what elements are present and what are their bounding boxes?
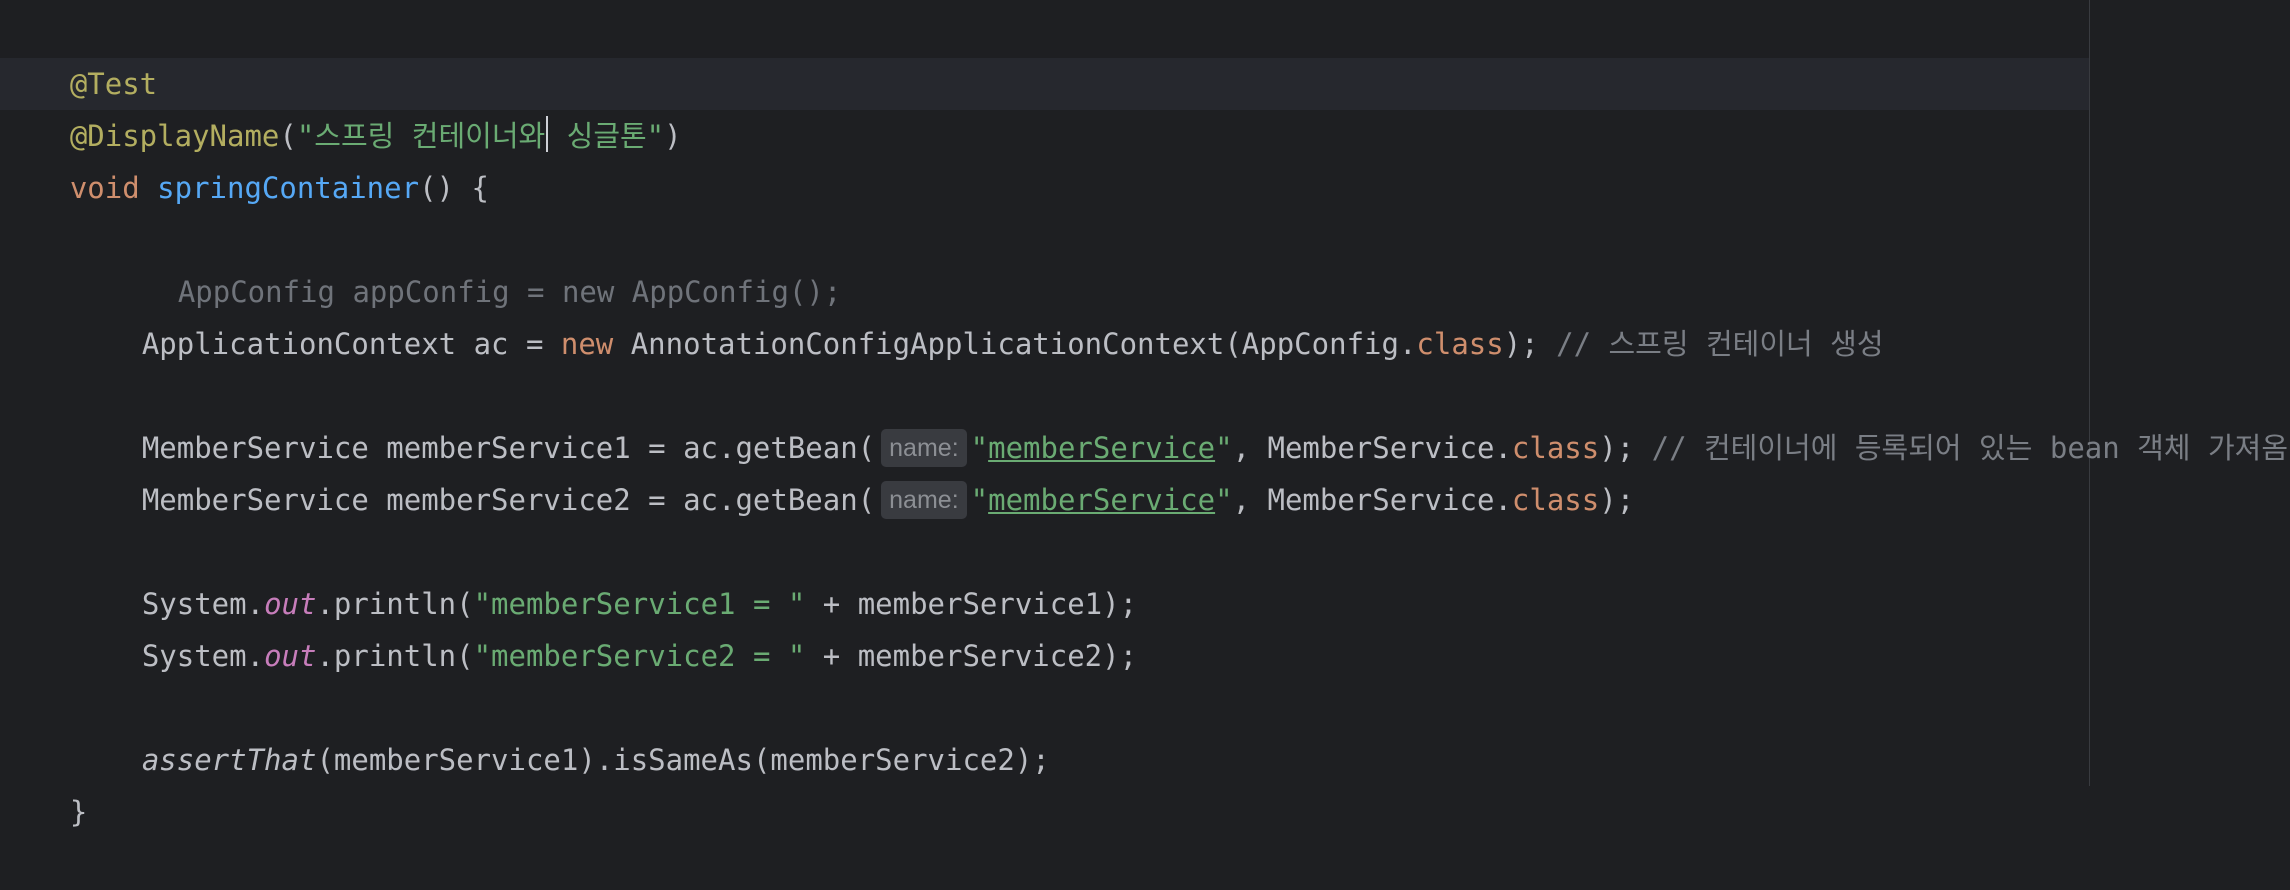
code-text: ); bbox=[1599, 483, 1635, 517]
code-line-member-service1[interactable]: MemberService memberService1 = ac.getBea… bbox=[72, 370, 2288, 467]
code-line-application-context[interactable]: ApplicationContext ac = new AnnotationCo… bbox=[72, 266, 1884, 361]
quote: " bbox=[970, 483, 989, 517]
code-text: MemberService memberService2 = ac.getBea… bbox=[141, 483, 876, 517]
text-caret bbox=[546, 116, 549, 152]
static-method-assert-that: assertThat bbox=[141, 743, 317, 777]
code-line-closing-brace[interactable]: } bbox=[0, 734, 87, 829]
code-text: System. bbox=[141, 639, 265, 673]
code-line-2[interactable]: @DisplayName("스프링 컨테이너와 싱글톤") bbox=[0, 58, 682, 153]
method-name: springContainer bbox=[157, 171, 420, 205]
void-keyword: void bbox=[69, 171, 140, 205]
line-comment: // 스프링 컨테이너 생성 bbox=[1556, 327, 1884, 361]
method-signature-rest: () { bbox=[419, 171, 489, 205]
quote: " bbox=[1215, 483, 1233, 517]
code-text: .println( bbox=[316, 639, 474, 673]
code-text: + memberService2); bbox=[805, 639, 1138, 673]
display-name-string-part2: 싱글톤" bbox=[549, 119, 665, 153]
code-text: AnnotationConfigApplicationContext(AppCo… bbox=[613, 327, 1417, 361]
new-keyword: new bbox=[560, 327, 614, 361]
class-keyword: class bbox=[1416, 327, 1504, 361]
paren-close: ) bbox=[664, 119, 682, 153]
closing-brace: } bbox=[69, 795, 88, 829]
code-line-3[interactable]: void springContainer() { bbox=[0, 110, 489, 205]
class-keyword: class bbox=[1511, 483, 1600, 517]
code-text: , MemberService. bbox=[1232, 483, 1512, 517]
code-line-member-service2[interactable]: MemberService memberService2 = ac.getBea… bbox=[72, 422, 1634, 519]
code-line-println1[interactable]: System.out.println("memberService1 = " +… bbox=[72, 526, 1137, 621]
code-line-1[interactable]: @Test bbox=[0, 6, 157, 101]
line-comment: // 컨테이너에 등록되어 있는 bean 객체 가져옴 bbox=[1651, 431, 2289, 465]
code-line-println2[interactable]: System.out.println("memberService2 = " +… bbox=[72, 578, 1137, 673]
code-editor[interactable]: @Test @DisplayName("스프링 컨테이너와 싱글톤") void… bbox=[0, 0, 2290, 829]
string-literal: "memberService2 = " bbox=[473, 639, 806, 673]
bean-name-link[interactable]: memberService bbox=[988, 483, 1215, 517]
parameter-hint: name: bbox=[881, 481, 967, 519]
code-line-unused[interactable]: AppConfig appConfig = new AppConfig(); bbox=[108, 214, 841, 309]
code-line-assert[interactable]: assertThat(memberService1).isSameAs(memb… bbox=[72, 682, 1050, 777]
static-field-out: out bbox=[264, 639, 317, 673]
code-text: ApplicationContext ac = bbox=[141, 327, 561, 361]
code-text: ); bbox=[1503, 327, 1557, 361]
code-text: (memberService1).isSameAs(memberService2… bbox=[316, 743, 1050, 777]
